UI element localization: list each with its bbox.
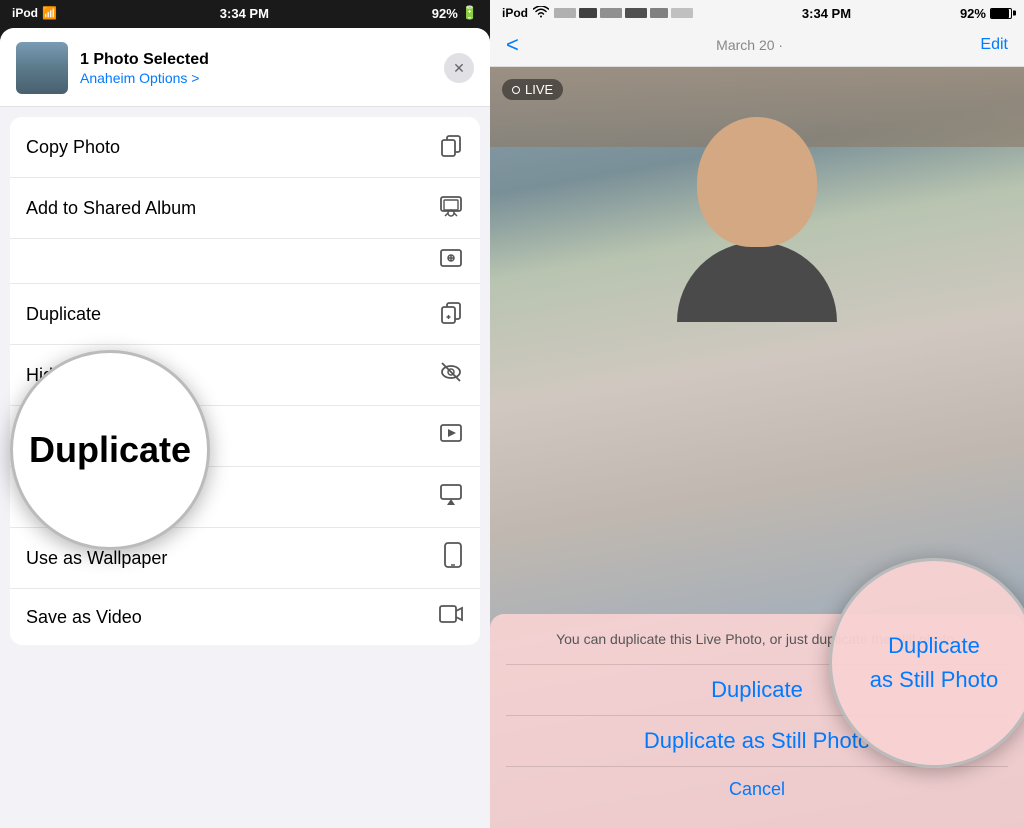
shared-album-icon	[438, 192, 464, 224]
menu-item-duplicate[interactable]: Duplicate	[10, 284, 480, 345]
status-color-bar	[554, 8, 693, 18]
menu-item-save-video[interactable]: Save as Video	[10, 589, 480, 645]
swatch-1	[554, 8, 576, 18]
time-right: 3:34 PM	[802, 6, 851, 21]
swatch-4	[625, 8, 647, 18]
swatch-3	[600, 8, 622, 18]
video-icon	[438, 603, 464, 631]
carrier-wifi-left: iPod 📶	[12, 6, 57, 20]
share-title: 1 Photo Selected	[80, 51, 432, 69]
swatch-5	[650, 8, 668, 18]
hide-icon	[438, 359, 464, 391]
live-badge: LIVE	[502, 79, 563, 100]
wallpaper-label: Use as Wallpaper	[26, 548, 167, 569]
share-header: 1 Photo Selected Anaheim Options > ✕	[0, 28, 490, 107]
status-bar-left: iPod 📶 3:34 PM 92% 🔋	[0, 0, 490, 26]
add-shared-album-label: Add to Shared Album	[26, 198, 196, 219]
left-panel: iPod 📶 3:34 PM 92% 🔋 1 Photo Selected An…	[0, 0, 490, 828]
battery-icon-left: 🔋	[462, 5, 478, 21]
face-body	[677, 242, 837, 322]
close-button[interactable]: ✕	[444, 53, 474, 83]
airplay-icon	[438, 481, 464, 513]
battery-pct-right: 92%	[960, 6, 986, 21]
back-button[interactable]: <	[506, 32, 519, 58]
battery-pct-left: 92%	[432, 6, 458, 21]
menu-item-copy-photo[interactable]: Copy Photo	[10, 117, 480, 178]
options-link[interactable]: Options >	[139, 70, 199, 86]
duplicate-magnifier-right: Duplicate as Still Photo	[829, 558, 1024, 768]
add-album-icon	[438, 245, 464, 277]
battery-area-left: 92% 🔋	[432, 5, 478, 21]
magnifier-text-right-2: as Still Photo	[870, 667, 998, 693]
swatch-6	[671, 8, 693, 18]
right-panel: iPod 3:34 PM 92%	[490, 0, 1024, 828]
wifi-icon-right	[533, 6, 549, 21]
time-left: 3:34 PM	[220, 6, 269, 21]
carrier-label-left: iPod	[12, 6, 38, 20]
live-dot	[512, 86, 520, 94]
copy-photo-label: Copy Photo	[26, 137, 120, 158]
edit-button[interactable]: Edit	[980, 36, 1008, 54]
photo-view: LIVE You can duplicate this Live Photo, …	[490, 67, 1024, 828]
menu-item-add-shared-album[interactable]: Add to Shared Album	[10, 178, 480, 239]
person-face	[677, 117, 837, 317]
slideshow-icon	[438, 420, 464, 452]
battery-icon-right	[990, 8, 1012, 19]
share-subtitle: Anaheim Options >	[80, 70, 432, 86]
status-bar-right: iPod 3:34 PM 92%	[490, 0, 1024, 26]
live-label: LIVE	[525, 82, 553, 97]
wifi-icon-left: 📶	[42, 6, 57, 20]
nav-date: March 20 ·	[716, 37, 783, 53]
face-head	[697, 117, 817, 247]
magnifier-text-right-1: Duplicate	[888, 633, 980, 659]
phone-icon	[442, 542, 464, 574]
duplicate-label: Duplicate	[26, 304, 101, 325]
duplicate-icon	[438, 298, 464, 330]
share-header-text: 1 Photo Selected Anaheim Options >	[80, 51, 432, 86]
carrier-wifi-right: iPod	[502, 6, 693, 21]
battery-area-right: 92%	[960, 6, 1012, 21]
selected-photo-thumb	[16, 42, 68, 94]
magnifier-text-left: Duplicate	[29, 429, 191, 471]
swatch-2	[579, 8, 597, 18]
save-video-label: Save as Video	[26, 607, 142, 628]
duplicate-magnifier-left: Duplicate	[10, 350, 210, 550]
location-label: Anaheim	[80, 70, 139, 86]
carrier-label-right: iPod	[502, 6, 528, 20]
menu-item-add-album[interactable]: um	[10, 239, 480, 284]
nav-bar-right: < March 20 · Edit	[490, 26, 1024, 67]
cancel-button[interactable]: Cancel	[506, 766, 1008, 812]
copy-icon	[438, 131, 464, 163]
